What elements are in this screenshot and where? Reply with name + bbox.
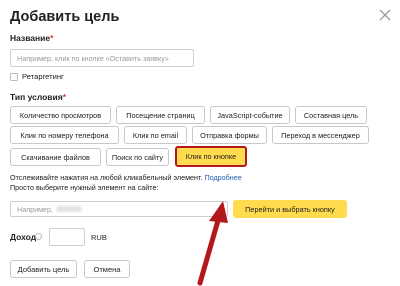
chip-composite-goal[interactable]: Составная цель [295,106,367,124]
chip-pageviews[interactable]: Количество просмотров [10,106,111,124]
chip-js-event[interactable]: JavaScript-событие [210,106,290,124]
name-field-label: Название* [10,33,54,43]
condition-type-label: Тип условия* [10,92,67,102]
goal-name-placeholder: Например, клик по кнопке «Оставить заявк… [17,53,169,63]
close-icon[interactable] [379,9,391,21]
pick-button[interactable]: Перейти и выбрать кнопку [233,200,347,218]
chip-button-click[interactable]: Клик по кнопке [175,146,247,167]
site-url-placeholder: Например, [17,204,54,214]
click-hint-line1: Отслеживайте нажатия на любой кликабельн… [10,173,242,182]
chip-email-click[interactable]: Клик по email [124,126,187,144]
chip-page-visits[interactable]: Посещение страниц [116,106,205,124]
income-label: Доход [10,232,37,242]
retargeting-checkbox[interactable] [10,73,18,81]
chip-phone-click[interactable]: Клик по номеру телефона [10,126,119,144]
income-currency: RUB [91,233,107,242]
redacted-text [56,206,83,212]
income-info-icon[interactable] [35,233,42,240]
add-goal-dialog: Добавить цель Название* Например, клик п… [0,0,400,286]
goal-name-input[interactable]: Например, клик по кнопке «Оставить заявк… [10,49,194,67]
income-input[interactable] [49,228,85,246]
click-hint-line2: Просто выберите нужный элемент на сайте: [10,183,159,192]
retargeting-label: Ретаргетинг [22,72,64,81]
chip-file-download[interactable]: Скачивание файлов [10,148,101,166]
site-url-input[interactable]: Например, [10,201,228,217]
more-link[interactable]: Подробнее [204,173,241,182]
required-mark: * [62,92,67,102]
cancel-button[interactable]: Отмена [84,260,130,278]
add-goal-button[interactable]: Добавить цель [10,260,77,278]
required-mark: * [50,33,54,43]
chip-form-submit[interactable]: Отправка формы [192,126,267,144]
chip-messenger[interactable]: Переход в мессенджер [272,126,369,144]
chip-site-search[interactable]: Поиск по сайту [106,148,169,166]
dialog-title: Добавить цель [10,9,120,25]
